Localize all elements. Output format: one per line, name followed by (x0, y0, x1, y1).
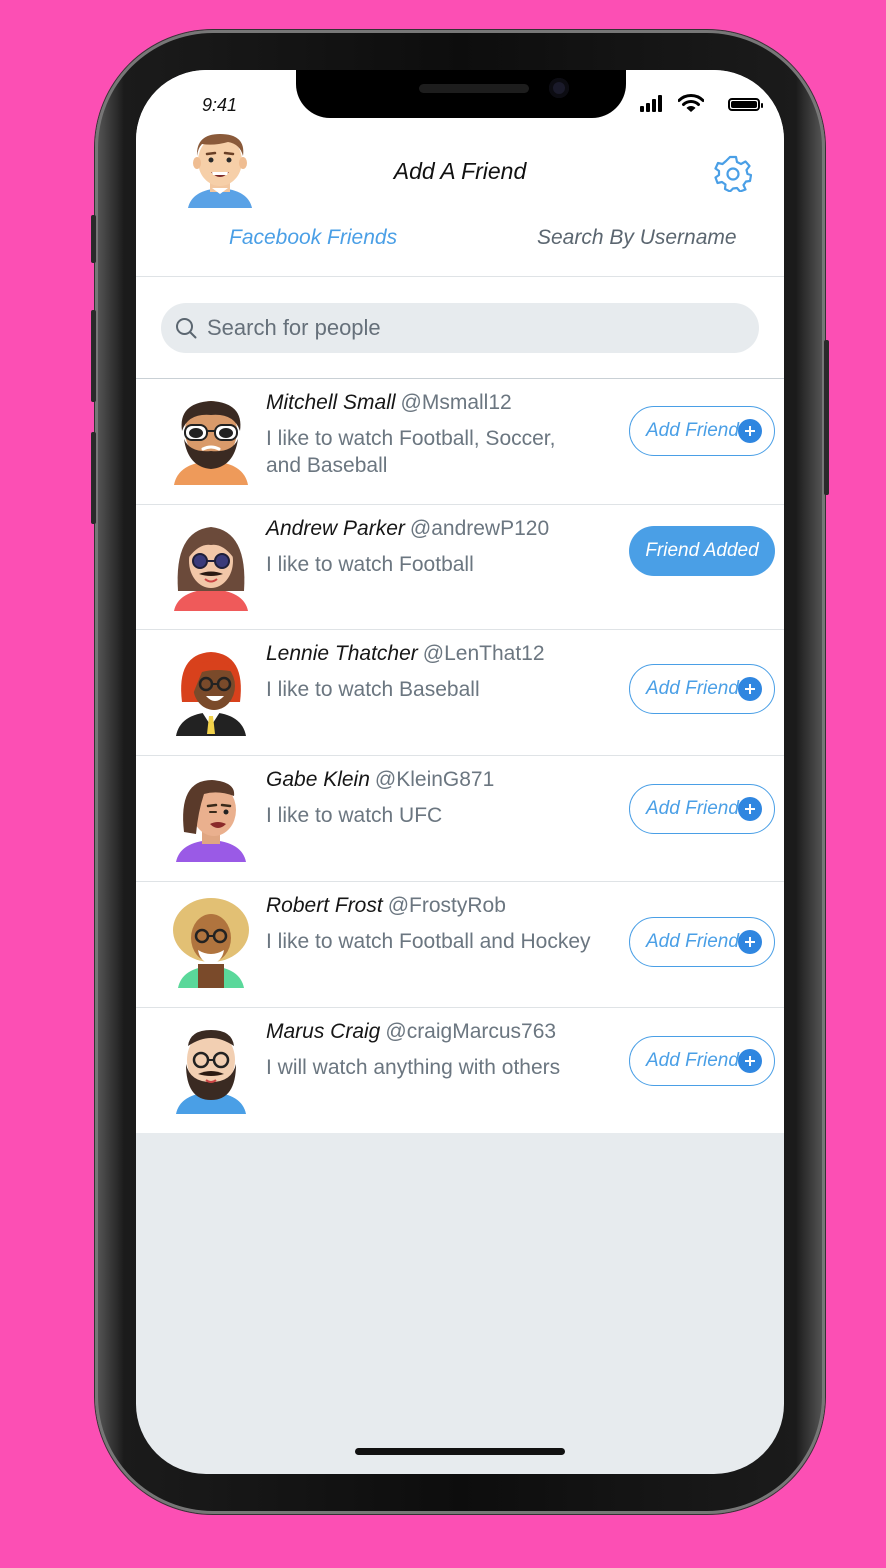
friend-handle: @LenThat12 (422, 642, 545, 665)
friend-bio: I like to watch Football and Hockey (266, 930, 591, 953)
friend-name: Gabe Klein @KleinG871 (266, 768, 495, 791)
friend-name: Marus Craig @craigMarcus763 (266, 1020, 557, 1043)
list-item: Andrew Parker @andrewP120 I like to watch… (136, 505, 784, 630)
page-title: Add A Friend (393, 158, 527, 184)
mute-switch (91, 215, 96, 263)
tab-facebook-friends[interactable]: Facebook Friends (229, 226, 397, 250)
add-friend-label: Add Friend (646, 1050, 739, 1071)
friend-handle: @KleinG871 (374, 768, 495, 791)
friend-name: Mitchell Small @Msmall12 (266, 391, 512, 414)
friend-bio: I like to watch Football, Soccer, and Ba… (266, 427, 556, 477)
volume-up-button (91, 310, 96, 402)
add-friend-button[interactable]: Add Friend (629, 917, 775, 967)
friend-bio: I will watch anything with others (266, 1056, 561, 1079)
power-button (824, 340, 829, 495)
search-section: Search for people (136, 277, 784, 379)
friend-handle: @craigMarcus763 (385, 1020, 557, 1043)
add-friend-label: Add Friend (646, 931, 739, 952)
plus-icon (738, 677, 762, 701)
add-friend-label: Add Friend (646, 420, 739, 441)
friend-name: Robert Frost @FrostyRob (266, 894, 506, 917)
add-friend-label: Add Friend (646, 678, 739, 699)
volume-down-button (91, 432, 96, 524)
avatar (176, 780, 246, 862)
friends-list: Mitchell Small @Msmall12 I like to watch … (136, 379, 784, 1133)
list-item: Lennie Thatcher @LenThat12 I like to watc… (136, 630, 784, 756)
phone-screen: 9:41 Add A Friend Facebook Friends Searc… (136, 70, 784, 1474)
plus-icon (738, 1049, 762, 1073)
friend-handle: @andrewP120 (409, 517, 550, 540)
friend-bio: I like to watch Baseball (266, 678, 480, 701)
friend-name: Lennie Thatcher @LenThat12 (266, 642, 545, 665)
add-friend-label: Add Friend (646, 798, 739, 819)
add-friend-button[interactable]: Add Friend (629, 784, 775, 834)
friend-bio: I like to watch Football (266, 553, 474, 576)
list-item: Mitchell Small @Msmall12 I like to watch … (136, 379, 784, 505)
home-indicator[interactable] (355, 1448, 565, 1455)
gear-icon[interactable] (714, 154, 752, 192)
friend-handle: @FrostyRob (387, 894, 506, 917)
search-placeholder: Search for people (207, 315, 381, 340)
friend-added-label: Friend Added (645, 540, 759, 561)
status-icons (640, 94, 763, 114)
friend-name: Andrew Parker @andrewP120 (266, 517, 550, 540)
avatar (176, 1030, 246, 1114)
add-friend-button[interactable]: Add Friend (629, 406, 775, 456)
friend-bio: I like to watch UFC (266, 804, 443, 827)
plus-icon (738, 797, 762, 821)
front-camera (549, 78, 569, 98)
add-friend-button[interactable]: Add Friend (629, 1036, 775, 1086)
list-item: Marus Craig @craigMarcus763 I will watch … (136, 1008, 784, 1133)
wifi-icon (678, 94, 704, 112)
status-time: 9:41 (202, 95, 238, 115)
add-friend-button[interactable]: Add Friend (629, 664, 775, 714)
plus-icon (738, 930, 762, 954)
list-item: Robert Frost @FrostyRob I like to watch F… (136, 882, 784, 1008)
plus-icon (738, 419, 762, 443)
notch (296, 70, 626, 118)
friend-added-button[interactable]: Friend Added (629, 526, 775, 576)
list-item: Gabe Klein @KleinG871 I like to watch UFC… (136, 756, 784, 882)
avatar (176, 652, 246, 736)
signal-icon (640, 94, 666, 112)
avatar (174, 527, 248, 611)
tab-search-by-username[interactable]: Search By Username (537, 226, 737, 250)
speaker-grille (419, 84, 529, 93)
search-icon (176, 318, 197, 339)
search-input[interactable]: Search for people (161, 303, 759, 353)
avatar (173, 898, 249, 988)
battery-icon (728, 98, 763, 111)
friend-handle: @Msmall12 (400, 391, 512, 414)
avatar (174, 401, 248, 485)
